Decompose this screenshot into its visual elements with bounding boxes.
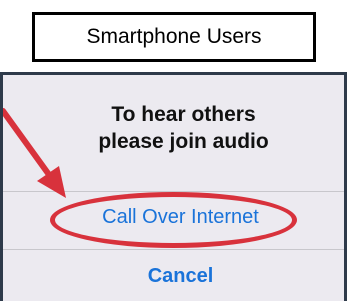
dialog-message-line-2: please join audio	[98, 130, 269, 153]
call-over-internet-button[interactable]: Call Over Internet	[3, 206, 344, 229]
dialog-message: To hear others please join audio	[3, 101, 344, 155]
page: Smartphone Users To hear others please j…	[0, 0, 347, 301]
join-audio-dialog: To hear others please join audio Call Ov…	[3, 75, 344, 301]
audio-dialog-screenshot: To hear others please join audio Call Ov…	[0, 72, 347, 301]
title-box: Smartphone Users	[32, 12, 316, 62]
dialog-message-line-1: To hear others	[111, 103, 256, 126]
divider-top	[3, 191, 344, 192]
divider-bottom	[3, 249, 344, 250]
cancel-button[interactable]: Cancel	[3, 265, 344, 288]
title-text: Smartphone Users	[86, 25, 262, 48]
